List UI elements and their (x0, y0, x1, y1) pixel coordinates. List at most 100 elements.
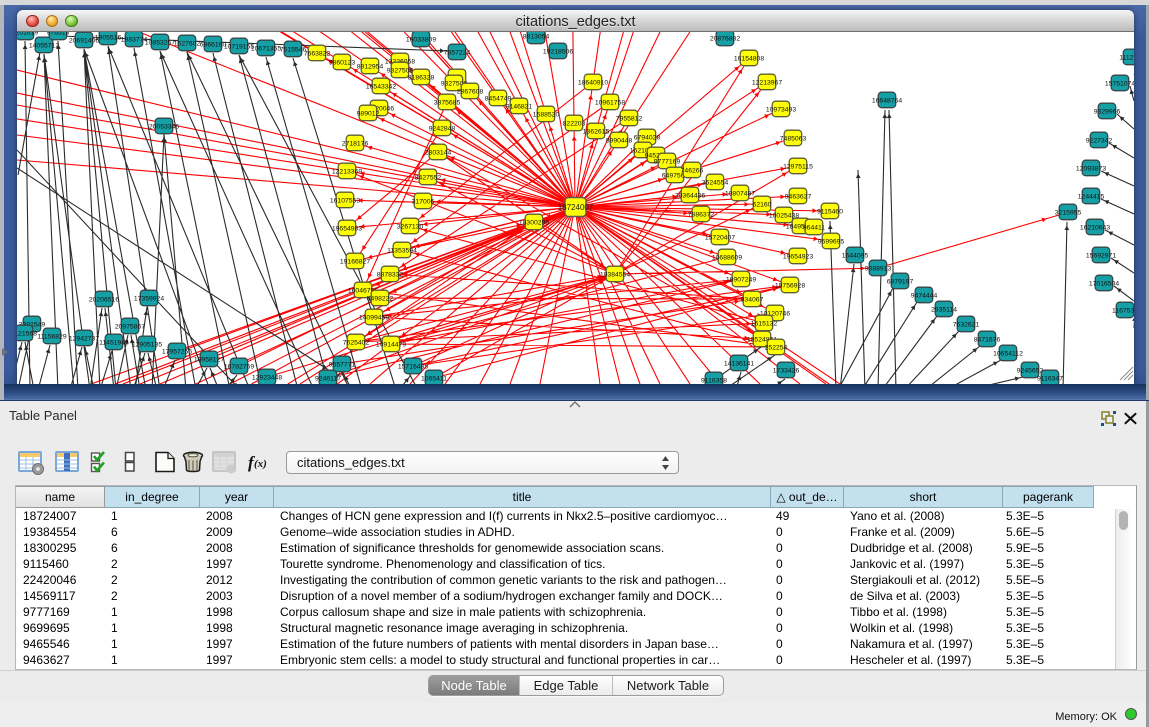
svg-text:1983774: 1983774 (121, 36, 148, 43)
svg-text:17359924: 17359924 (134, 295, 164, 302)
svg-text:19384554: 19384554 (600, 271, 630, 278)
svg-text:12975115: 12975115 (783, 163, 813, 170)
svg-text:2867608: 2867608 (457, 88, 484, 95)
svg-text:9860123: 9860123 (329, 59, 356, 66)
svg-text:8454749: 8454749 (485, 95, 512, 102)
svg-text:989012: 989012 (357, 110, 380, 117)
svg-text:9474444: 9474444 (911, 292, 938, 299)
svg-text:6879197: 6879197 (887, 278, 914, 285)
svg-text:62160: 62160 (753, 201, 772, 208)
svg-text:9227342: 9227342 (1086, 137, 1113, 144)
svg-text:10671355: 10671355 (251, 45, 281, 52)
svg-text:3267130: 3267130 (397, 223, 424, 230)
svg-text:3624554: 3624554 (702, 179, 729, 186)
svg-text:14055712: 14055712 (29, 42, 59, 49)
svg-text:822203: 822203 (563, 120, 586, 127)
svg-text:16033809: 16033809 (406, 36, 436, 43)
svg-text:11353594: 11353594 (387, 247, 417, 254)
svg-text:19756928: 19756928 (775, 282, 805, 289)
svg-text:18640910: 18640910 (578, 79, 608, 86)
svg-text:7625402: 7625402 (343, 339, 370, 346)
svg-text:19654923: 19654923 (783, 253, 813, 260)
svg-text:1362615: 1362615 (583, 128, 610, 135)
svg-text:19654983: 19654983 (332, 225, 362, 232)
svg-text:8878332: 8878332 (377, 271, 404, 278)
svg-text:8427552: 8427552 (415, 174, 442, 181)
svg-text:10688609: 10688609 (712, 254, 742, 261)
svg-text:18300295: 18300295 (519, 219, 549, 226)
svg-text:3215955: 3215955 (1055, 209, 1082, 216)
svg-text:9116347: 9116347 (1037, 375, 1063, 382)
svg-text:2718176: 2718176 (342, 140, 369, 147)
svg-text:8813054: 8813054 (523, 33, 550, 40)
svg-text:9245652: 9245652 (1017, 367, 1044, 374)
svg-text:9116358: 9116358 (701, 377, 727, 384)
svg-text:12923448: 12923448 (252, 374, 282, 381)
svg-text:1201619: 1201619 (17, 32, 38, 36)
svg-text:12213369: 12213369 (332, 168, 362, 175)
svg-text:1905516: 1905516 (95, 34, 122, 41)
svg-text:1644095: 1644095 (842, 252, 869, 259)
svg-text:16107553: 16107553 (330, 197, 360, 204)
svg-text:16782759: 16782759 (224, 363, 254, 370)
svg-text:9329966: 9329966 (1094, 108, 1121, 115)
svg-text:12213967: 12213967 (752, 79, 782, 86)
svg-text:9246117: 9246117 (315, 375, 341, 382)
svg-text:252254: 252254 (765, 344, 788, 351)
svg-text:7515546: 7515546 (280, 46, 307, 53)
svg-text:746266: 746266 (681, 167, 704, 174)
svg-text:11156829: 11156829 (37, 333, 66, 340)
svg-text:1733426: 1733426 (773, 367, 800, 374)
svg-text:16154808: 16154808 (734, 55, 764, 62)
svg-text:16648764: 16648764 (872, 97, 902, 104)
svg-text:10853257: 10853257 (145, 39, 175, 46)
svg-text:9115460: 9115460 (817, 208, 843, 215)
svg-text:12942737: 12942737 (69, 335, 99, 342)
svg-text:9388913: 9388913 (865, 265, 892, 272)
svg-text:15720407: 15720407 (705, 234, 735, 241)
svg-text:(x): (x) (254, 458, 267, 470)
svg-text:15716485: 15716485 (398, 363, 428, 370)
svg-text:20364436: 20364436 (675, 192, 705, 199)
svg-text:14099459: 14099459 (359, 314, 389, 321)
svg-text:17957255: 17957255 (162, 348, 192, 355)
svg-text:17016504: 17016504 (1089, 280, 1119, 287)
svg-text:7632621: 7632621 (953, 321, 980, 328)
svg-text:12093873: 12093873 (1076, 165, 1106, 172)
svg-text:20206516: 20206516 (89, 296, 119, 303)
svg-text:1527602: 1527602 (174, 40, 201, 47)
svg-text:7663822: 7663822 (304, 50, 331, 57)
svg-text:1065411: 1065411 (421, 375, 447, 382)
svg-text:9699695: 9699695 (818, 238, 845, 245)
svg-text:7857224: 7857224 (444, 49, 471, 56)
svg-text:9242848: 9242848 (429, 125, 456, 132)
svg-text:1588520: 1588520 (533, 111, 560, 118)
svg-text:976518: 976518 (47, 32, 70, 36)
svg-text:18724007: 18724007 (558, 203, 594, 212)
svg-text:19218506: 19218506 (543, 48, 573, 55)
svg-text:20876882: 20876882 (710, 35, 740, 42)
svg-text:15692971: 15692971 (1086, 252, 1116, 259)
svg-text:9146821: 9146821 (506, 103, 533, 110)
svg-text:10961758: 10961758 (595, 99, 625, 106)
svg-text:7485063: 7485063 (780, 135, 807, 142)
svg-text:18907249: 18907249 (726, 276, 756, 283)
svg-text:6794028: 6794028 (634, 134, 661, 141)
svg-text:8186328: 8186328 (408, 74, 435, 81)
svg-text:20053346: 20053346 (149, 123, 179, 130)
svg-text:14136141: 14136141 (724, 360, 754, 367)
svg-text:10807487: 10807487 (725, 190, 755, 197)
svg-text:20975867: 20975867 (115, 323, 145, 330)
svg-text:8912954: 8912954 (357, 63, 384, 70)
svg-text:1121568: 1121568 (17, 330, 37, 337)
svg-text:5498222: 5498222 (367, 295, 394, 302)
svg-text:8471676: 8471676 (974, 336, 1001, 343)
svg-text:3875685: 3875685 (434, 99, 461, 106)
svg-text:1244415: 1244415 (1078, 193, 1105, 200)
svg-text:964411: 964411 (803, 224, 825, 231)
svg-text:10958127: 10958127 (194, 356, 224, 363)
svg-text:9327506: 9327506 (387, 67, 414, 74)
svg-text:934067: 934067 (741, 296, 764, 303)
svg-text:16210643: 16210643 (1080, 224, 1110, 231)
svg-text:2935114: 2935114 (931, 306, 957, 313)
